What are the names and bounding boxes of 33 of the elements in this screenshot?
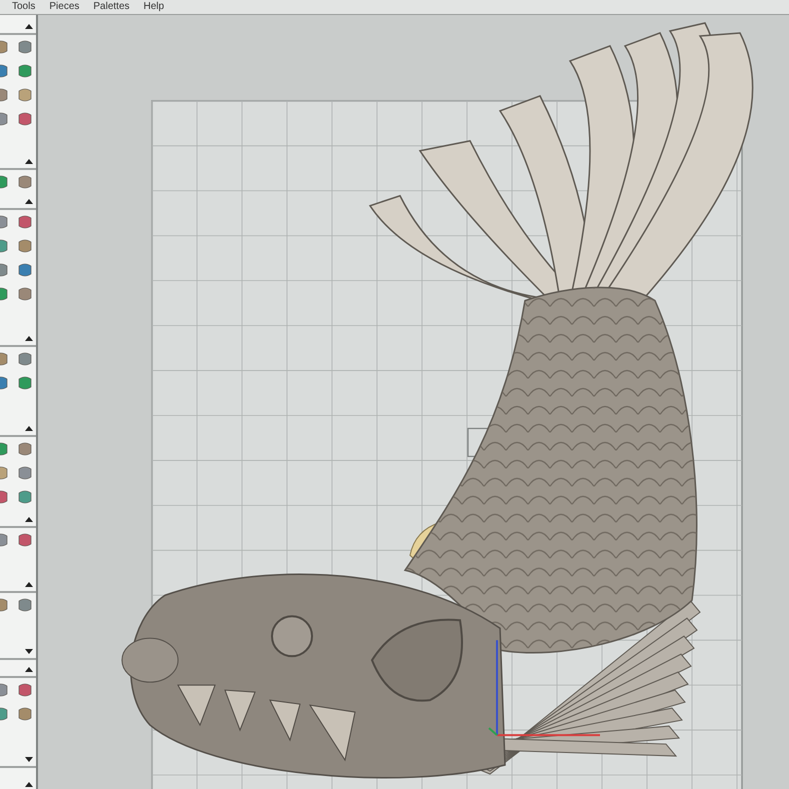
tool-icon[interactable] (17, 214, 33, 230)
tool-icon[interactable] (17, 351, 33, 367)
tool-icon[interactable] (17, 111, 33, 127)
tool-icon[interactable] (17, 262, 33, 278)
tool-icon[interactable] (17, 682, 33, 698)
menu-item[interactable]: Help (144, 1, 164, 13)
caret-icon[interactable] (25, 336, 33, 341)
tool-icon[interactable] (17, 597, 33, 613)
caret-icon[interactable] (25, 649, 33, 654)
tool-icon[interactable] (17, 465, 33, 481)
menu-item[interactable]: Pieces (49, 1, 80, 13)
tool-icon[interactable] (17, 87, 33, 103)
tool-icon[interactable] (17, 63, 33, 79)
tool-icon[interactable] (17, 286, 33, 302)
caret-icon[interactable] (25, 667, 33, 672)
tool-icon[interactable] (17, 441, 33, 457)
caret-icon[interactable] (25, 582, 33, 587)
tool-icon[interactable] (17, 489, 33, 505)
caret-icon[interactable] (25, 159, 33, 164)
tool-icon[interactable] (17, 375, 33, 391)
caret-icon[interactable] (25, 782, 33, 787)
caret-icon[interactable] (25, 757, 33, 762)
tool-icon[interactable] (17, 238, 33, 254)
tool-icon[interactable] (17, 706, 33, 722)
tool-icon[interactable] (17, 174, 33, 190)
caret-icon[interactable] (25, 24, 33, 29)
menu-item[interactable]: Tools (12, 1, 36, 13)
tool-icon[interactable] (17, 532, 33, 548)
caret-icon[interactable] (25, 517, 33, 522)
tool-icon[interactable] (17, 39, 33, 55)
caret-icon[interactable] (25, 426, 33, 431)
menu-item[interactable]: Palettes (93, 1, 130, 13)
caret-icon[interactable] (25, 199, 33, 204)
